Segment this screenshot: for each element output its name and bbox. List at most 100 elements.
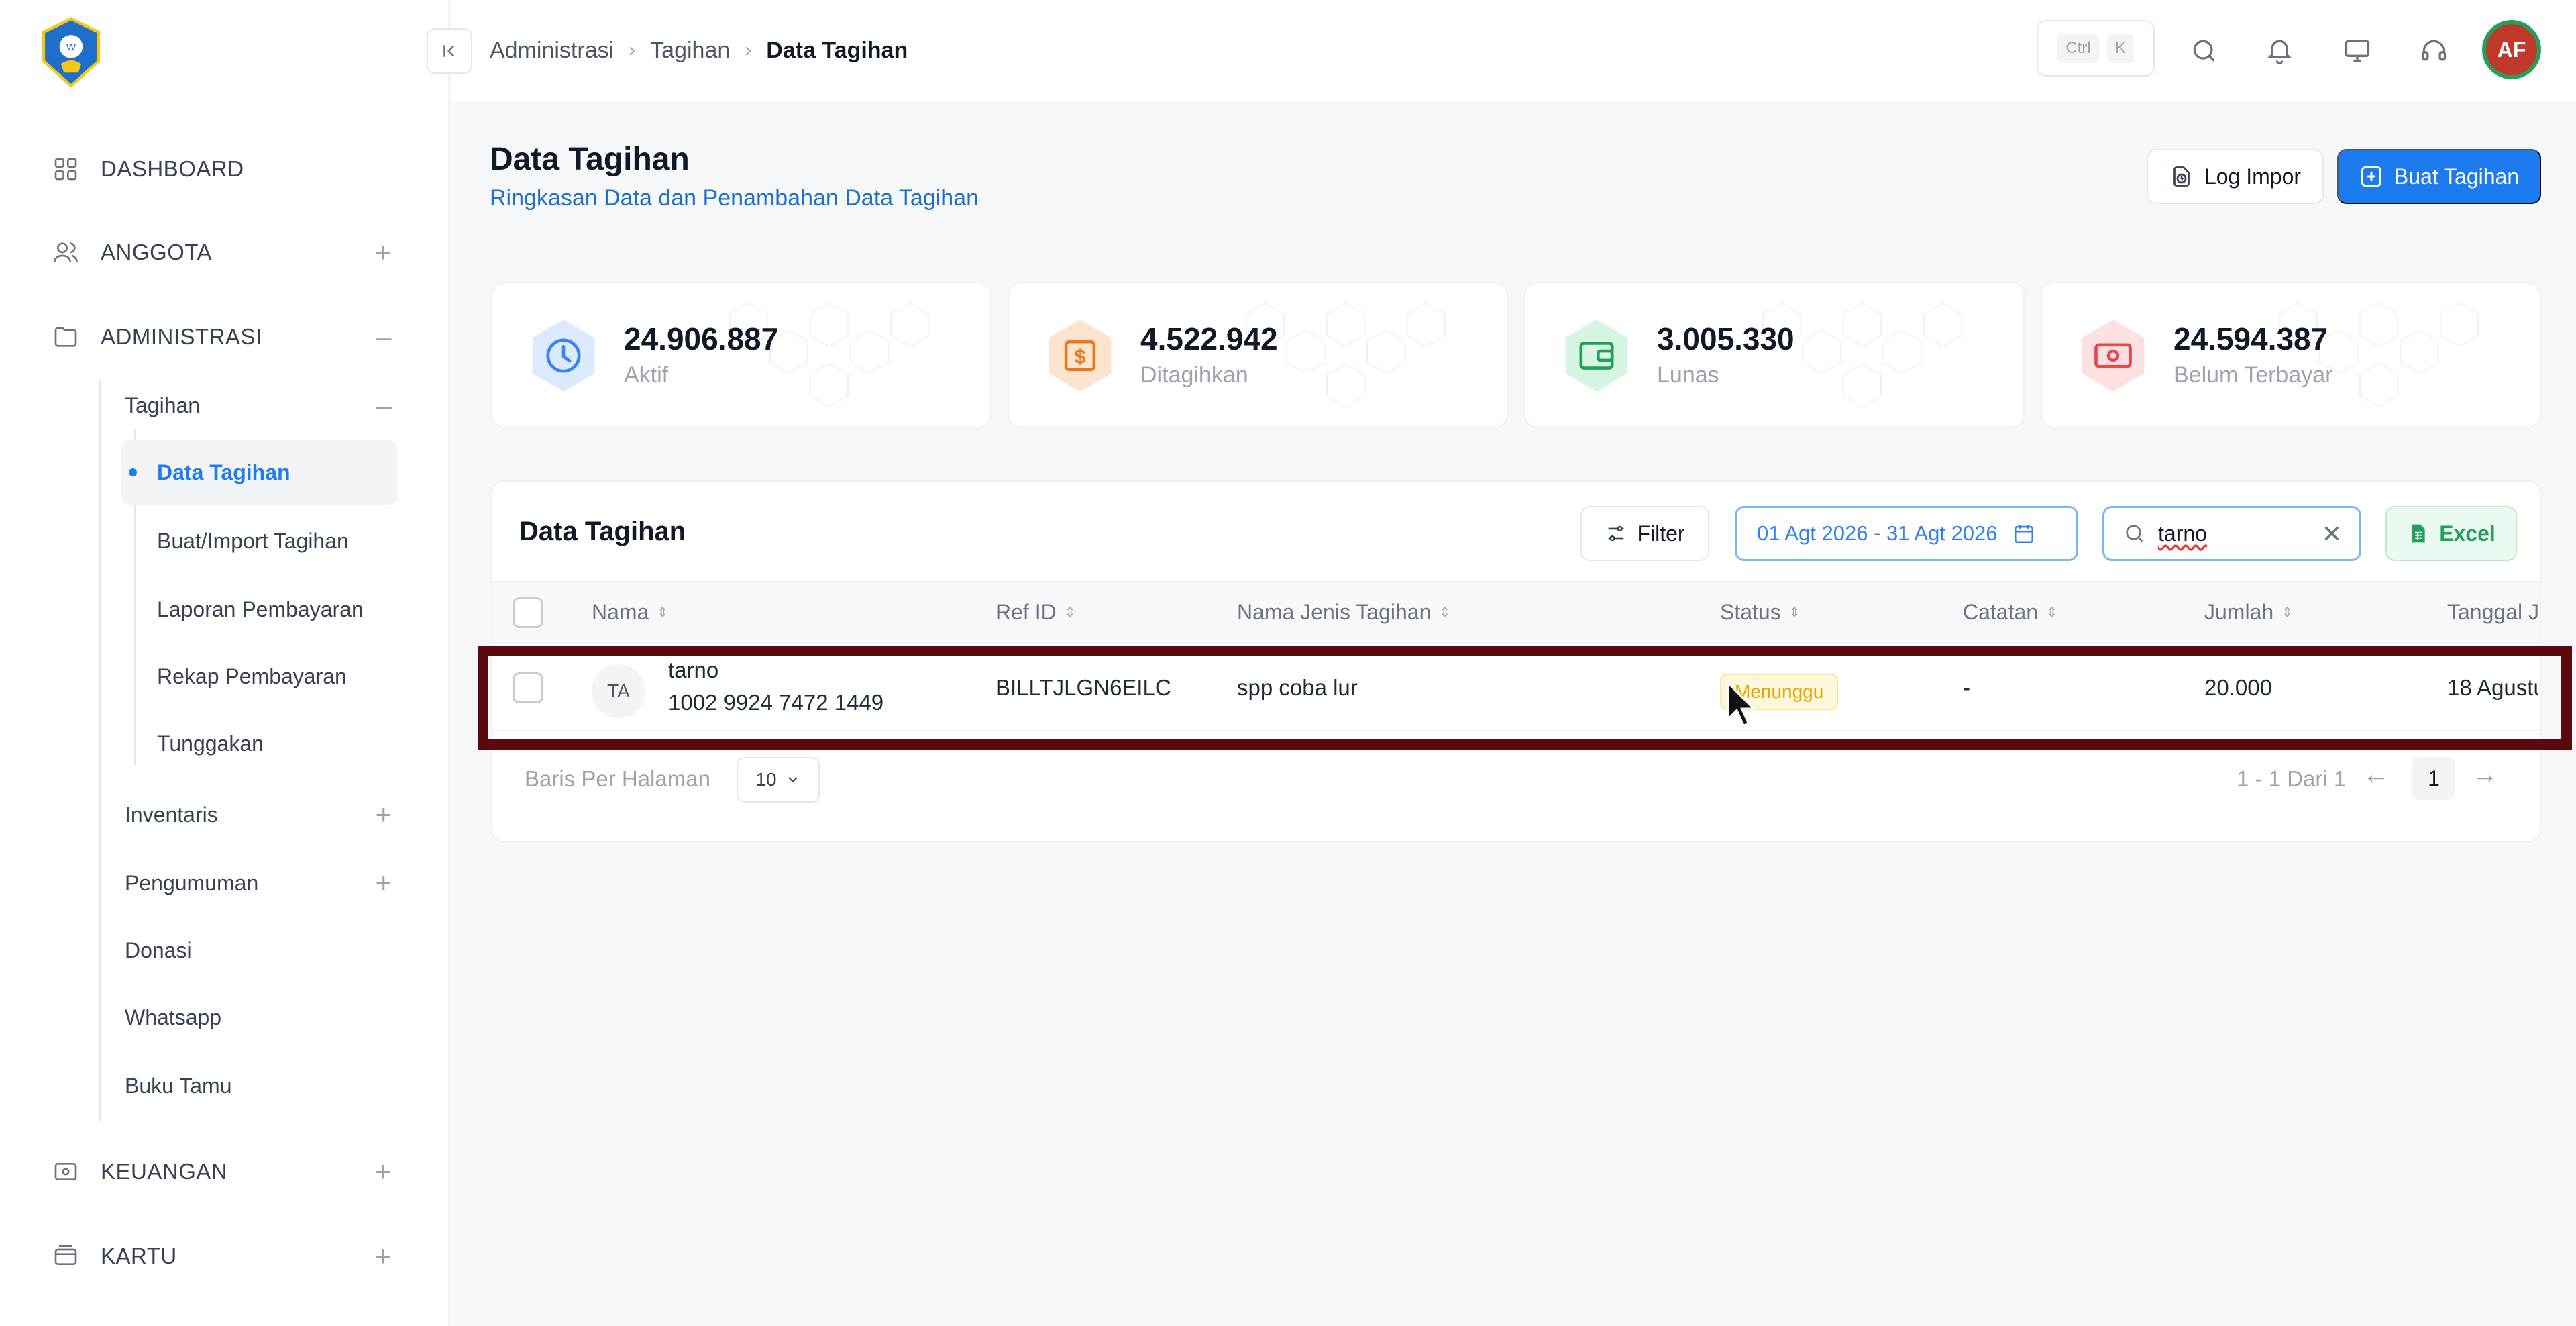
mouse-cursor-icon	[1727, 682, 1756, 727]
stat-card-lunas: 3.005.330 Lunas	[1524, 282, 2025, 428]
nav-dashboard[interactable]: DASHBOARD	[50, 149, 392, 189]
spreadsheet-icon	[2412, 524, 2425, 543]
command-palette-shortcut[interactable]: Ctrl K	[2037, 20, 2155, 76]
member-id: 1002 9924 7472 1449	[668, 690, 884, 715]
bell-icon[interactable]	[2261, 32, 2298, 70]
headset-icon[interactable]	[2415, 32, 2453, 70]
stat-value: 3.005.330	[1657, 321, 1794, 356]
search-value: tarno	[2158, 521, 2207, 546]
arrow-right-icon[interactable]: →	[2471, 760, 2498, 790]
log-impor-button[interactable]: Log Impor	[2147, 149, 2324, 204]
button-label: Filter	[1637, 521, 1685, 546]
nav-laporan-pembayaran[interactable]: Laporan Pembayaran	[157, 589, 364, 629]
breadcrumb-item[interactable]: Tagihan	[650, 38, 730, 64]
stat-card-aktif: 24.906.887 Aktif	[491, 282, 991, 428]
column-header[interactable]: Tanggal J	[2447, 600, 2539, 625]
nav-anggota[interactable]: ANGGOTA +	[50, 232, 392, 272]
sort-icon: ⇕	[2046, 605, 2057, 620]
column-header[interactable]: Status ⇕	[1720, 600, 1800, 625]
wallet-icon	[1565, 319, 1628, 392]
nav-rekap-pembayaran[interactable]: Rekap Pembayaran	[157, 656, 347, 697]
date-range-picker[interactable]: 01 Agt 2026 - 31 Agt 2026	[1735, 506, 2078, 561]
breadcrumb: Administrasi › Tagihan › Data Tagihan	[490, 34, 908, 67]
excel-export-button[interactable]: Excel	[2385, 506, 2517, 561]
nav-kartu[interactable]: KARTU +	[50, 1236, 392, 1276]
kbd-key: K	[2106, 34, 2134, 63]
nav-label: KARTU	[101, 1243, 177, 1268]
search-input[interactable]: tarno ✕	[2102, 506, 2361, 561]
nav-buku-tamu[interactable]: Buku Tamu	[125, 1066, 392, 1106]
column-header[interactable]: Nama ⇕	[592, 600, 668, 625]
column-header[interactable]: Catatan ⇕	[1963, 600, 2057, 625]
stat-label: Ditagihkan	[1140, 362, 1248, 388]
users-icon	[50, 236, 82, 268]
jumlah: 20.000	[2204, 675, 2272, 700]
stat-label: Belum Terbayar	[2174, 362, 2333, 388]
buat-tagihan-button[interactable]: Buat Tagihan	[2337, 149, 2541, 204]
expand-icon[interactable]: +	[375, 1240, 392, 1272]
catatan: -	[1963, 675, 1970, 700]
hexagon-pattern	[729, 302, 929, 408]
nav-inventaris[interactable]: Inventaris +	[125, 795, 392, 835]
sidebar: W DASHBOARD ANGGOTA + ADMINISTRASI – Tag…	[0, 0, 449, 1326]
chevron-right-icon: ›	[629, 39, 636, 61]
breadcrumb-item[interactable]: Administrasi	[490, 38, 614, 64]
expand-icon[interactable]: +	[375, 236, 392, 268]
stat-card-ditagihkan: $ 4.522.942 Ditagihkan	[1008, 282, 1508, 428]
pagination-info: 1 - 1 Dari 1	[2237, 766, 2347, 791]
nav-pengumuman[interactable]: Pengumuman +	[125, 863, 392, 903]
nav-label: Tunggakan	[157, 731, 264, 756]
page-subtitle: Ringkasan Data dan Penambahan Data Tagih…	[490, 185, 979, 211]
column-header[interactable]: Jumlah ⇕	[2204, 600, 2293, 625]
search-icon[interactable]	[2186, 32, 2223, 70]
nav-administrasi[interactable]: ADMINISTRASI –	[50, 317, 392, 357]
user-avatar[interactable]: AF	[2482, 20, 2541, 79]
nav-buat-import-tagihan[interactable]: Buat/Import Tagihan	[157, 521, 349, 561]
page-title: Data Tagihan	[490, 142, 690, 177]
row-checkbox[interactable]	[513, 672, 543, 703]
rows-per-page-select[interactable]: 10	[737, 757, 820, 803]
search-icon	[2126, 525, 2143, 542]
nav-whatsapp[interactable]: Whatsapp	[125, 997, 392, 1037]
stat-value: 4.522.942	[1140, 321, 1278, 356]
page-number[interactable]: 1	[2412, 757, 2455, 800]
monitor-icon[interactable]	[2339, 32, 2376, 70]
sort-icon: ⇕	[1439, 605, 1451, 620]
dollar-icon: $	[1049, 319, 1112, 392]
nav-data-tagihan[interactable]: Data Tagihan	[121, 440, 398, 505]
sort-icon: ⇕	[1788, 605, 1801, 620]
nav-tunggakan[interactable]: Tunggakan	[157, 723, 264, 764]
nav-label: Pengumuman	[125, 870, 259, 895]
expand-icon[interactable]: +	[375, 1156, 392, 1188]
expand-icon[interactable]: +	[375, 799, 392, 831]
arrow-left-icon[interactable]: ←	[2363, 760, 2390, 790]
collapse-icon[interactable]: –	[376, 389, 392, 421]
filter-button[interactable]: Filter	[1580, 506, 1709, 561]
collapse-icon[interactable]: –	[376, 321, 392, 353]
button-label: Log Impor	[2204, 164, 2302, 189]
nav-keuangan[interactable]: KEUANGAN +	[50, 1152, 392, 1192]
stat-value: 24.594.387	[2174, 321, 2328, 356]
close-icon[interactable]: ✕	[2322, 520, 2342, 548]
nav-label: Inventaris	[125, 802, 218, 827]
stat-label: Aktif	[624, 362, 669, 388]
grid-icon	[50, 153, 82, 185]
tanggal: 18 Agustu	[2447, 675, 2538, 700]
kbd-key: Ctrl	[2057, 34, 2099, 63]
nav-label: Data Tagihan	[157, 460, 290, 484]
nav-tagihan[interactable]: Tagihan –	[125, 385, 392, 425]
rows-per-page-label: Baris Per Halaman	[525, 766, 710, 791]
collapse-left-icon[interactable]	[427, 28, 472, 74]
table-row[interactable]: TA tarno 1002 9924 7472 1449 BILLTJLGN6E…	[492, 644, 2540, 731]
nav-label: ANGGOTA	[101, 240, 213, 264]
nav-label: Buat/Import Tagihan	[157, 528, 349, 553]
expand-icon[interactable]: +	[375, 867, 392, 899]
nav-label: Donasi	[125, 937, 192, 962]
tut-wuri-handayani-logo[interactable]: W	[35, 16, 107, 89]
date-range-value: 01 Agt 2026 - 31 Agt 2026	[1757, 521, 1998, 545]
column-header[interactable]: Ref ID ⇕	[996, 600, 1075, 625]
column-header[interactable]: Nama Jenis Tagihan ⇕	[1237, 600, 1450, 625]
nav-donasi[interactable]: Donasi	[125, 930, 392, 970]
nav-label: Laporan Pembayaran	[157, 597, 364, 621]
select-all-checkbox[interactable]	[513, 597, 543, 628]
